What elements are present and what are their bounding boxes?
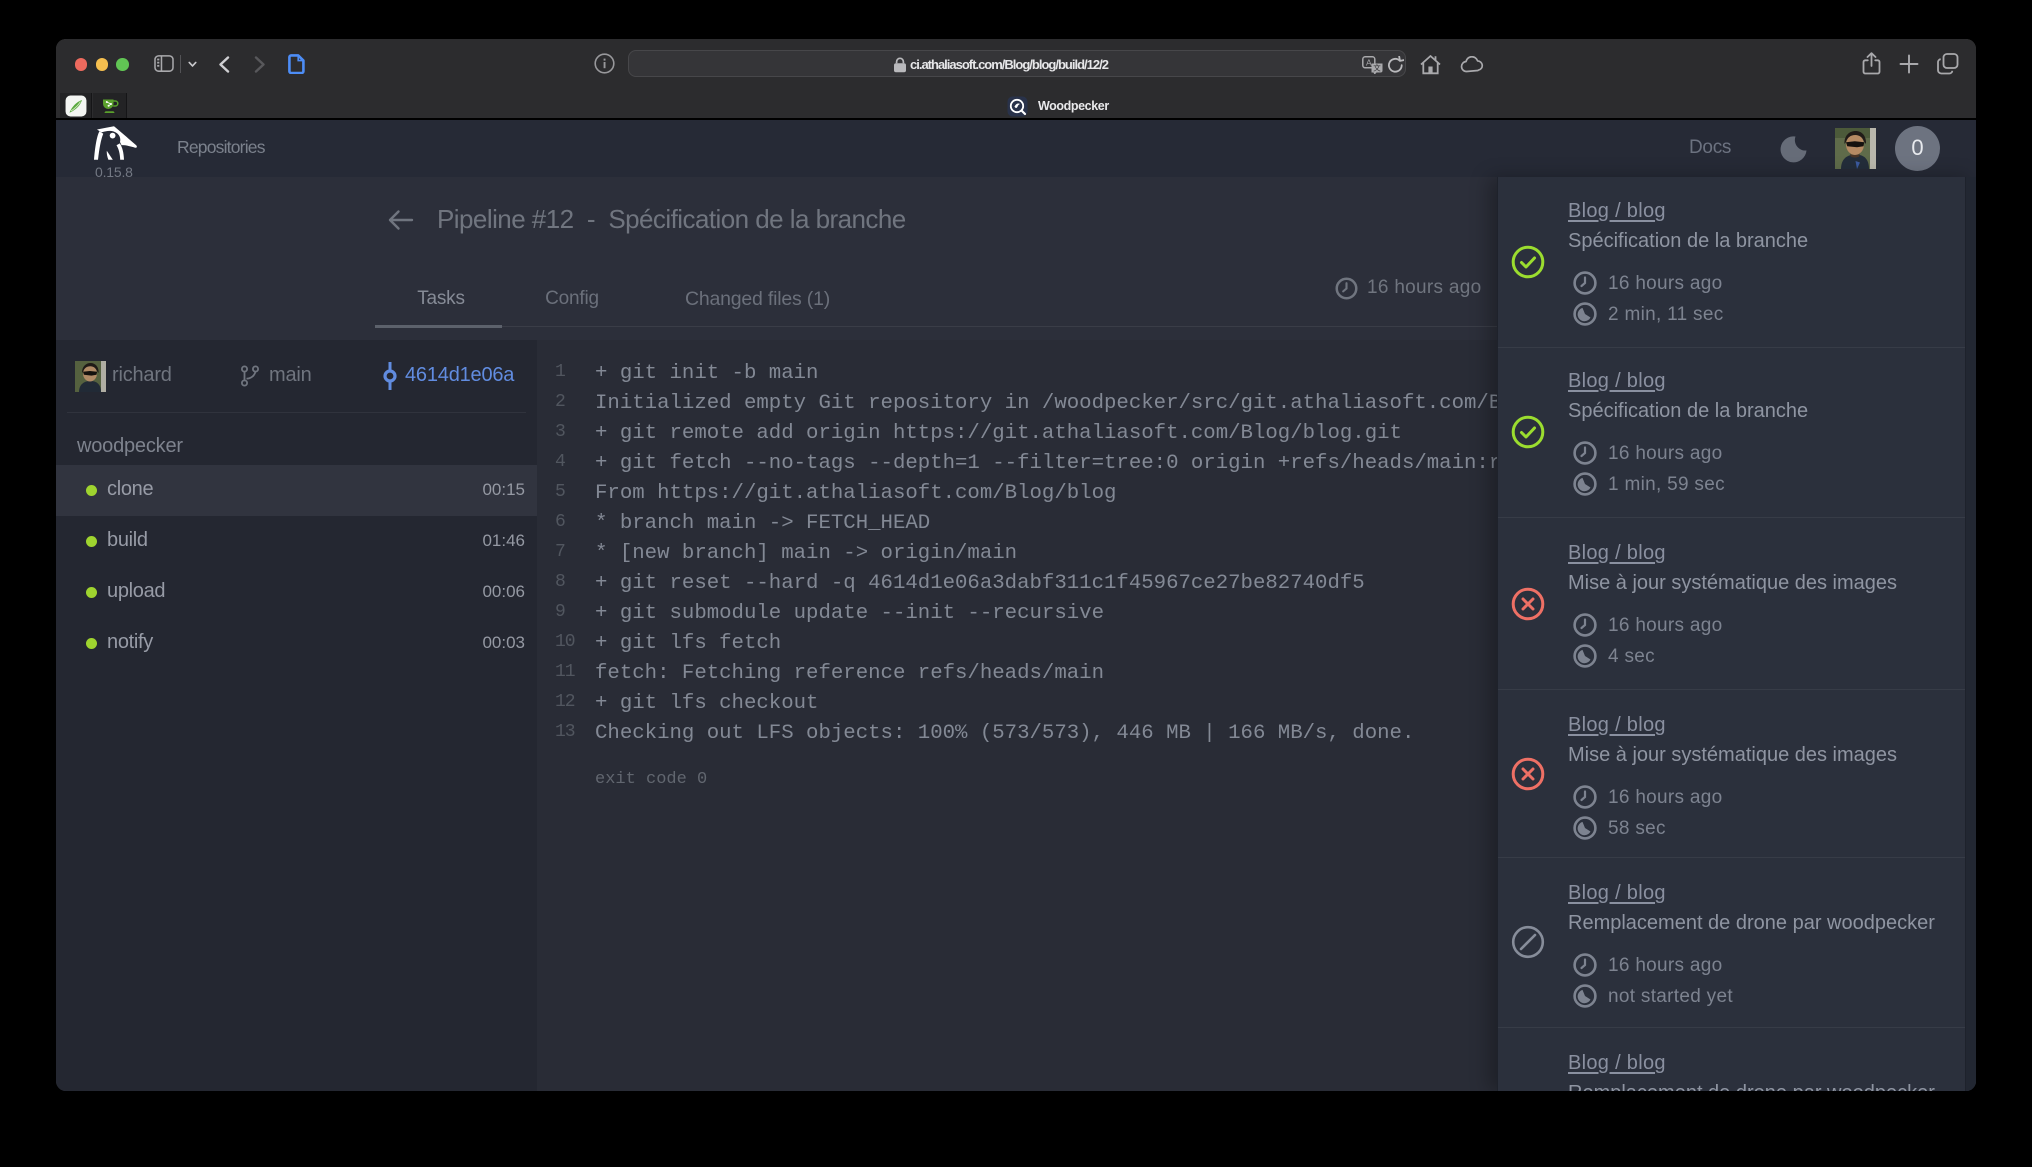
- svg-text:A: A: [1366, 58, 1372, 68]
- svg-text:文: 文: [1373, 62, 1381, 72]
